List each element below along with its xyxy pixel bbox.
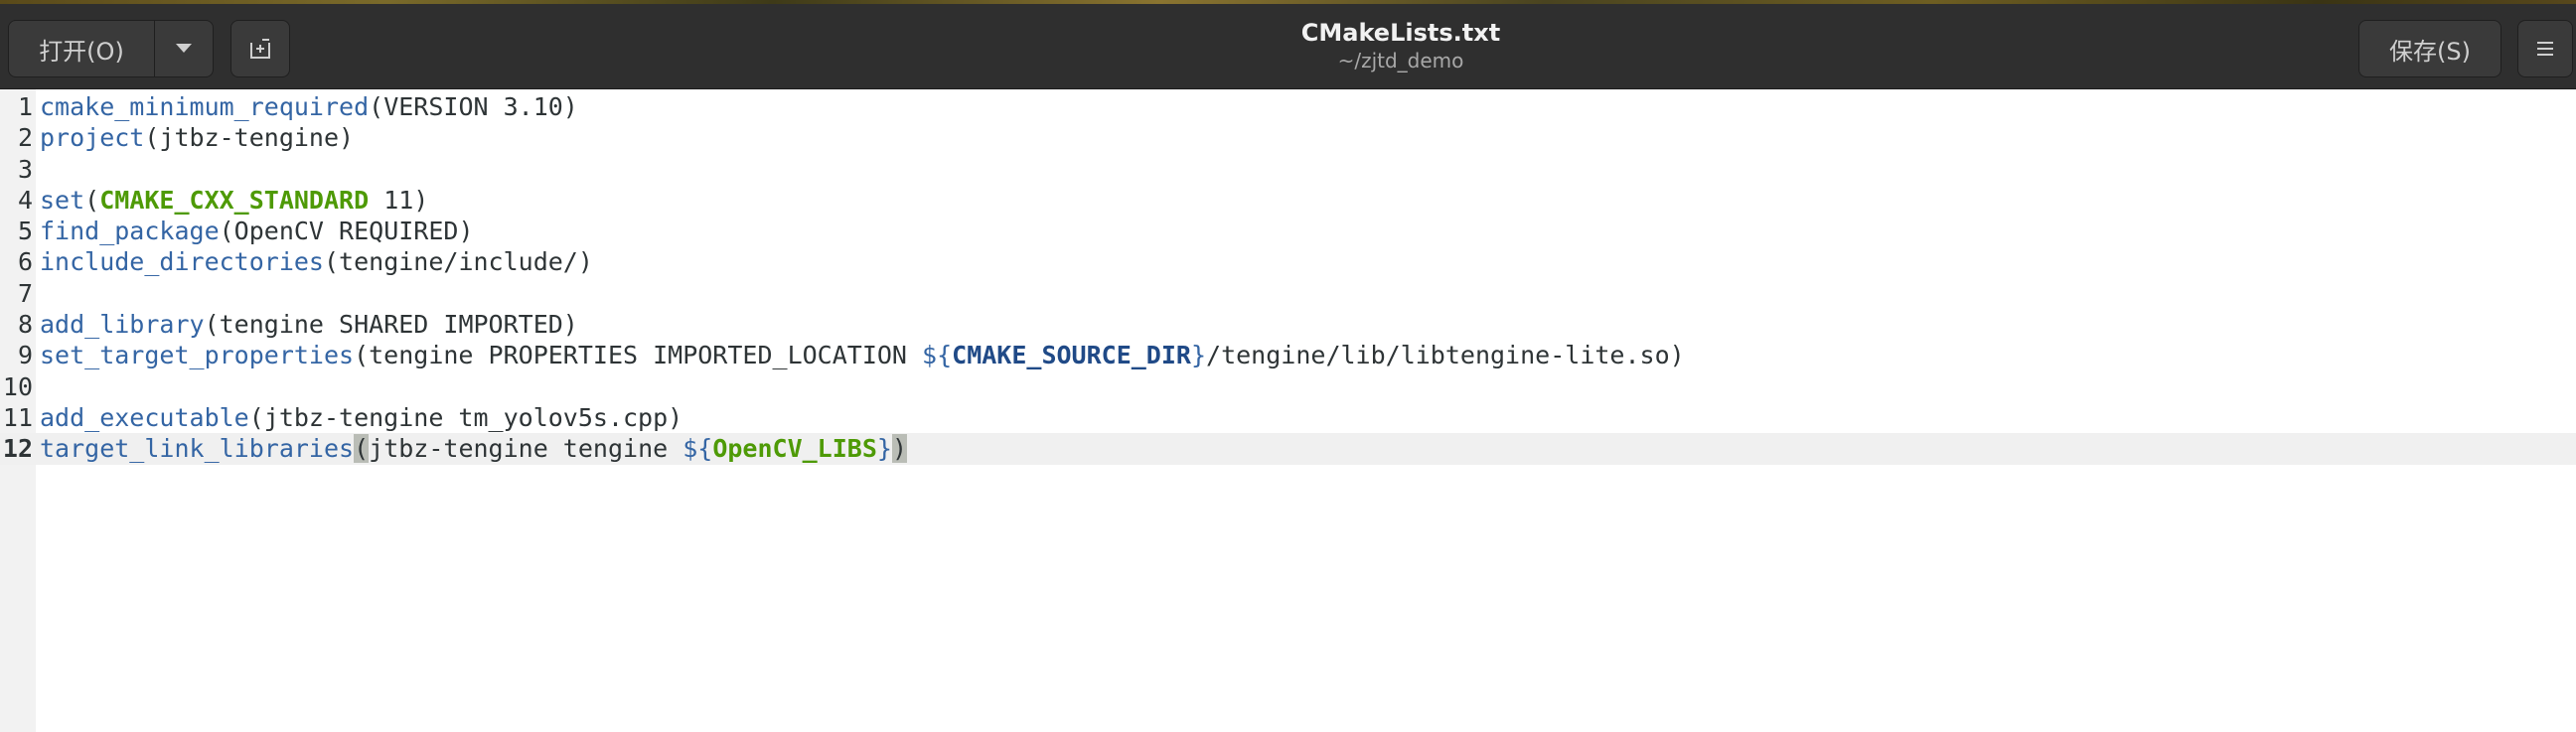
- line-number: 5: [17, 217, 33, 246]
- matching-bracket: (: [354, 434, 370, 464]
- line-text[interactable]: include_directories(tengine/include/): [40, 246, 593, 277]
- header-bar: 打开(O) CMakeLists.txt ~/zjtd_demo 保存(S): [0, 4, 2576, 89]
- line-number: 1: [17, 92, 33, 121]
- line-number: 12: [2, 434, 33, 464]
- new-document-icon: [248, 38, 272, 60]
- code-line[interactable]: 11 add_executable(jtbz-tengine tm_yolov5s…: [0, 402, 2576, 433]
- line-text[interactable]: set_target_properties(tengine PROPERTIES…: [40, 340, 1685, 370]
- code-token: (jtbz-tengine): [144, 123, 355, 153]
- code-line[interactable]: 10: [0, 371, 2576, 402]
- variable-token: CMAKE_SOURCE_DIR: [952, 341, 1191, 370]
- line-text[interactable]: target_link_libraries(jtbz-tengine tengi…: [40, 433, 908, 464]
- line-text[interactable]: find_package(OpenCV REQUIRED): [40, 216, 474, 246]
- chevron-down-icon: [176, 44, 192, 54]
- line-number: 6: [17, 247, 33, 277]
- window-title-block: CMakeLists.txt ~/zjtd_demo: [993, 18, 1808, 83]
- keyword-token: }: [1190, 341, 1207, 370]
- save-button[interactable]: 保存(S): [2358, 20, 2501, 77]
- code-token: /tengine/lib/libtengine-lite.so): [1206, 341, 1685, 370]
- line-text[interactable]: add_executable(jtbz-tengine tm_yolov5s.c…: [40, 402, 682, 433]
- code-token: (tengine/include/): [323, 247, 593, 277]
- line-text[interactable]: add_library(tengine SHARED IMPORTED): [40, 309, 578, 340]
- text-editor[interactable]: 1 cmake_minimum_required(VERSION 3.10) 2 pr…: [0, 89, 2576, 732]
- line-number: 2: [17, 123, 33, 153]
- line-number: 7: [17, 278, 33, 308]
- window-title: CMakeLists.txt: [1300, 19, 1501, 47]
- save-button-label: 保存(S): [2389, 37, 2471, 66]
- main-menu-button[interactable]: [2517, 20, 2573, 77]
- code-line[interactable]: 9 set_target_properties(tengine PROPERTIE…: [0, 340, 2576, 370]
- hamburger-menu-icon: [2536, 41, 2554, 57]
- line-number: 9: [17, 341, 33, 370]
- keyword-token: ${: [682, 434, 713, 464]
- line-text[interactable]: project(jtbz-tengine): [40, 122, 354, 153]
- keyword-token: cmake_minimum_required: [40, 92, 370, 121]
- new-document-button[interactable]: [230, 20, 290, 77]
- line-text[interactable]: set(CMAKE_CXX_STANDARD 11): [40, 185, 428, 216]
- code-line[interactable]: 2 project(jtbz-tengine): [0, 122, 2576, 153]
- code-token: (VERSION 3.10): [369, 92, 578, 121]
- code-token: (OpenCV REQUIRED): [219, 217, 474, 246]
- line-number: 4: [17, 185, 33, 215]
- line-number: 3: [17, 154, 33, 184]
- code-area[interactable]: 1 cmake_minimum_required(VERSION 3.10) 2 pr…: [0, 91, 2576, 465]
- keyword-token: add_executable: [40, 402, 249, 432]
- keyword-token: include_directories: [40, 247, 324, 277]
- keyword-token: set_target_properties: [40, 341, 355, 370]
- line-number: 11: [2, 402, 33, 432]
- keyword-token: ${: [922, 341, 953, 370]
- matching-bracket: ): [891, 434, 908, 464]
- open-recent-menu-button[interactable]: [154, 20, 214, 77]
- line-text[interactable]: cmake_minimum_required(VERSION 3.10): [40, 91, 578, 122]
- window-subtitle: ~/zjtd_demo: [1337, 49, 1464, 73]
- code-line[interactable]: 1 cmake_minimum_required(VERSION 3.10): [0, 91, 2576, 122]
- open-button[interactable]: 打开(O): [8, 20, 155, 77]
- line-number: 8: [17, 310, 33, 340]
- code-token: (: [84, 185, 100, 215]
- keyword-token: add_library: [40, 310, 205, 340]
- code-line[interactable]: 7: [0, 278, 2576, 309]
- variable-token: OpenCV_LIBS: [712, 434, 877, 464]
- code-line[interactable]: 5 find_package(OpenCV REQUIRED): [0, 216, 2576, 246]
- keyword-token: set: [40, 185, 85, 215]
- line-number: 10: [2, 371, 33, 401]
- code-line[interactable]: 8 add_library(tengine SHARED IMPORTED): [0, 309, 2576, 340]
- keyword-token: project: [40, 123, 145, 153]
- code-token: 11): [369, 185, 429, 215]
- code-token: (jtbz-tengine tm_yolov5s.cpp): [248, 402, 683, 432]
- keyword-token: find_package: [40, 217, 220, 246]
- code-line[interactable]: 4 set(CMAKE_CXX_STANDARD 11): [0, 185, 2576, 216]
- keyword-token: }: [876, 434, 892, 464]
- variable-token: CMAKE_CXX_STANDARD: [99, 185, 370, 215]
- code-token: (tengine SHARED IMPORTED): [204, 310, 578, 340]
- keyword-token: target_link_libraries: [40, 434, 355, 464]
- code-token: (tengine PROPERTIES IMPORTED_LOCATION: [354, 341, 923, 370]
- code-line[interactable]: 6 include_directories(tengine/include/): [0, 246, 2576, 277]
- code-line[interactable]: 3: [0, 154, 2576, 185]
- code-token: jtbz-tengine tengine: [369, 434, 683, 464]
- code-line[interactable]: 12 target_link_libraries(jtbz-tengine ten…: [0, 433, 2576, 465]
- open-button-label: 打开(O): [39, 37, 124, 66]
